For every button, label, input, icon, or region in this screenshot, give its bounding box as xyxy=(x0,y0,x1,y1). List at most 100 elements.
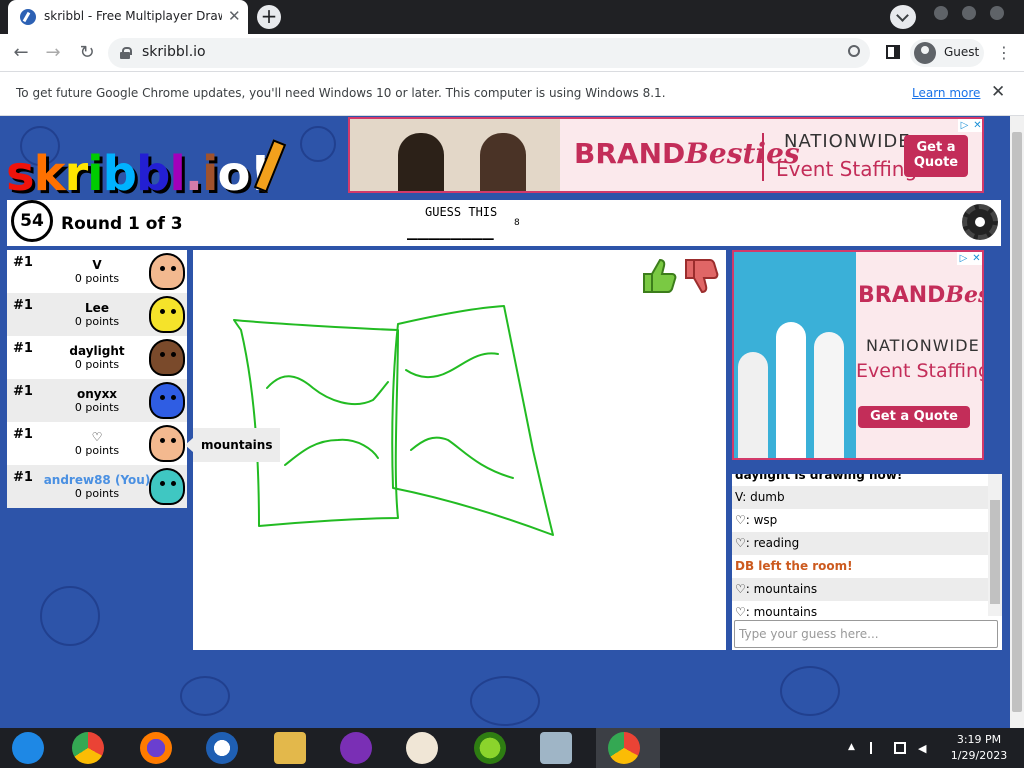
chat-panel: daylight is drawing now! V: dumb ♡: wsp ♡: … xyxy=(732,474,1002,650)
maximize-window-button[interactable] xyxy=(962,6,976,20)
drawn-stroke xyxy=(266,375,389,405)
ad-brand: BRANDBesties xyxy=(574,137,800,170)
profile-avatar-icon xyxy=(914,42,936,64)
player-score: 0 points xyxy=(74,315,120,328)
thumbs-up-icon[interactable] xyxy=(640,256,678,296)
chat-message: V: dumb xyxy=(732,486,988,509)
clock-date: 1/29/2023 xyxy=(950,749,1008,762)
ad-choices-icon[interactable]: ▷ xyxy=(958,119,971,132)
chat-scroll-thumb[interactable] xyxy=(990,500,1000,604)
ad-close-icon[interactable]: ✕ xyxy=(971,119,982,132)
flag-icon[interactable] xyxy=(870,742,882,754)
browser-tab[interactable]: skribbl - Free Multiplayer Drawing ✕ xyxy=(8,0,248,34)
page-scrollbar[interactable] xyxy=(1010,116,1024,728)
top-ad-banner[interactable]: BRANDBesties NATIONWIDE Event Staffing G… xyxy=(348,117,984,193)
chat-message: ♡: mountains xyxy=(735,605,818,616)
player-avatar-icon xyxy=(149,296,185,333)
player-row[interactable]: #1 V 0 points xyxy=(7,250,187,293)
file-explorer-taskbar-icon[interactable] xyxy=(274,732,306,764)
doctor-app-taskbar-icon[interactable] xyxy=(406,732,438,764)
chrome-taskbar-icon-active[interactable] xyxy=(608,732,640,764)
player-list: #1 V 0 points #1 Lee 0 points #1 daylight 0 poin… xyxy=(7,250,187,508)
settings-gear-icon[interactable] xyxy=(962,204,998,240)
windows-taskbar: ▲ ◀ 3:19 PM 1/29/2023 xyxy=(0,728,1024,768)
page-scroll-thumb[interactable] xyxy=(1012,132,1022,712)
guess-input[interactable] xyxy=(734,620,998,648)
volume-icon[interactable]: ◀ xyxy=(918,742,930,755)
drawn-stroke xyxy=(284,438,379,466)
obama-logo-taskbar-icon[interactable] xyxy=(206,732,238,764)
infobar-close-icon[interactable]: ✕ xyxy=(991,82,1005,102)
profile-button[interactable]: Guest xyxy=(910,39,984,67)
logo-letter: . xyxy=(184,146,203,202)
chat-message: daylight is drawing now! xyxy=(735,474,903,482)
network-icon[interactable] xyxy=(894,742,906,754)
word-hint-blanks: ________ xyxy=(407,220,494,241)
player-row[interactable]: #1 onyxx 0 points xyxy=(7,379,187,422)
ad-cta-button[interactable]: Get a Quote xyxy=(858,406,970,428)
taskbar-clock[interactable]: 3:19 PM 1/29/2023 xyxy=(944,732,1014,764)
mask-app-taskbar-icon[interactable] xyxy=(340,732,372,764)
minimize-window-button[interactable] xyxy=(934,6,948,20)
logo-letter: k xyxy=(33,146,66,202)
skribbl-favicon-icon xyxy=(20,9,36,25)
ad-line1: NATIONWIDE xyxy=(784,131,911,152)
tray-expand-icon[interactable]: ▲ xyxy=(848,742,860,754)
tab-title: skribbl - Free Multiplayer Drawing xyxy=(44,9,222,23)
back-arrow-icon[interactable]: ← xyxy=(10,42,32,64)
thumbs-down-icon[interactable] xyxy=(682,256,720,296)
player-score: 0 points xyxy=(74,444,120,457)
learn-more-link[interactable]: Learn more xyxy=(912,86,980,100)
start-button-icon[interactable] xyxy=(12,732,44,764)
url-text[interactable]: skribbl.io xyxy=(142,44,206,60)
tab-search-button[interactable] xyxy=(890,5,916,29)
background-doodle xyxy=(470,676,540,726)
drawn-stroke xyxy=(233,319,399,527)
chat-message: ♡: reading xyxy=(732,532,988,555)
logo-letter: s xyxy=(6,146,35,202)
side-ad-banner[interactable]: BRANDBesties NATIONWIDE Event Staffing G… xyxy=(732,250,984,460)
profile-label: Guest xyxy=(944,45,980,59)
chat-scrollbar[interactable] xyxy=(988,474,1002,616)
ad-close-icon[interactable]: ✕ xyxy=(970,252,982,265)
side-panel-icon[interactable] xyxy=(886,45,900,59)
player-name: onyxx xyxy=(76,387,118,401)
close-tab-icon[interactable]: ✕ xyxy=(228,7,241,25)
player-row[interactable]: #1 andrew88 (You) 0 points xyxy=(7,465,187,508)
player-avatar-icon xyxy=(149,425,185,462)
chat-messages[interactable]: daylight is drawing now! V: dumb ♡: wsp ♡: … xyxy=(732,474,988,616)
browser-toolbar: ← → ↻ skribbl.io Guest ⋮ xyxy=(0,34,1024,72)
ad-choices-icon[interactable]: ▷ xyxy=(957,252,970,265)
forward-arrow-icon[interactable]: → xyxy=(42,42,64,64)
player-score: 0 points xyxy=(74,272,120,285)
player-rank: #1 xyxy=(13,255,33,270)
lock-icon[interactable] xyxy=(120,47,132,59)
player-rank: #1 xyxy=(13,427,33,442)
chrome-taskbar-icon[interactable] xyxy=(72,732,104,764)
player-avatar-icon xyxy=(149,253,185,290)
monitor-app-taskbar-icon[interactable] xyxy=(540,732,572,764)
logo-letter: b xyxy=(102,146,137,202)
firefox-taskbar-icon[interactable] xyxy=(140,732,172,764)
ad-line1: NATIONWIDE xyxy=(866,336,980,355)
ad-divider xyxy=(762,133,764,181)
chrome-menu-icon[interactable]: ⋮ xyxy=(996,42,1012,64)
new-tab-button[interactable]: + xyxy=(257,5,281,29)
close-window-button[interactable] xyxy=(990,6,1004,20)
player-row[interactable]: #1 daylight 0 points xyxy=(7,336,187,379)
chat-message: ♡: wsp xyxy=(735,513,778,527)
player-score: 0 points xyxy=(74,358,120,371)
zoom-magnifier-icon[interactable] xyxy=(848,45,860,57)
lime-app-taskbar-icon[interactable] xyxy=(474,732,506,764)
ad-cta-button[interactable]: Get a Quote xyxy=(904,135,968,177)
reload-icon[interactable]: ↻ xyxy=(76,42,98,64)
chat-message: ♡: mountains xyxy=(732,578,988,601)
ad-brand: BRANDBesties xyxy=(858,282,982,308)
address-bar[interactable]: skribbl.io xyxy=(108,38,870,68)
ad-line2: Event Staffing xyxy=(856,360,984,382)
logo-letter: o xyxy=(217,146,250,202)
player-row[interactable]: #1 ♡ 0 points xyxy=(7,422,187,465)
player-name: ♡ xyxy=(91,430,103,444)
player-name: daylight xyxy=(69,344,125,358)
player-row[interactable]: #1 Lee 0 points xyxy=(7,293,187,336)
